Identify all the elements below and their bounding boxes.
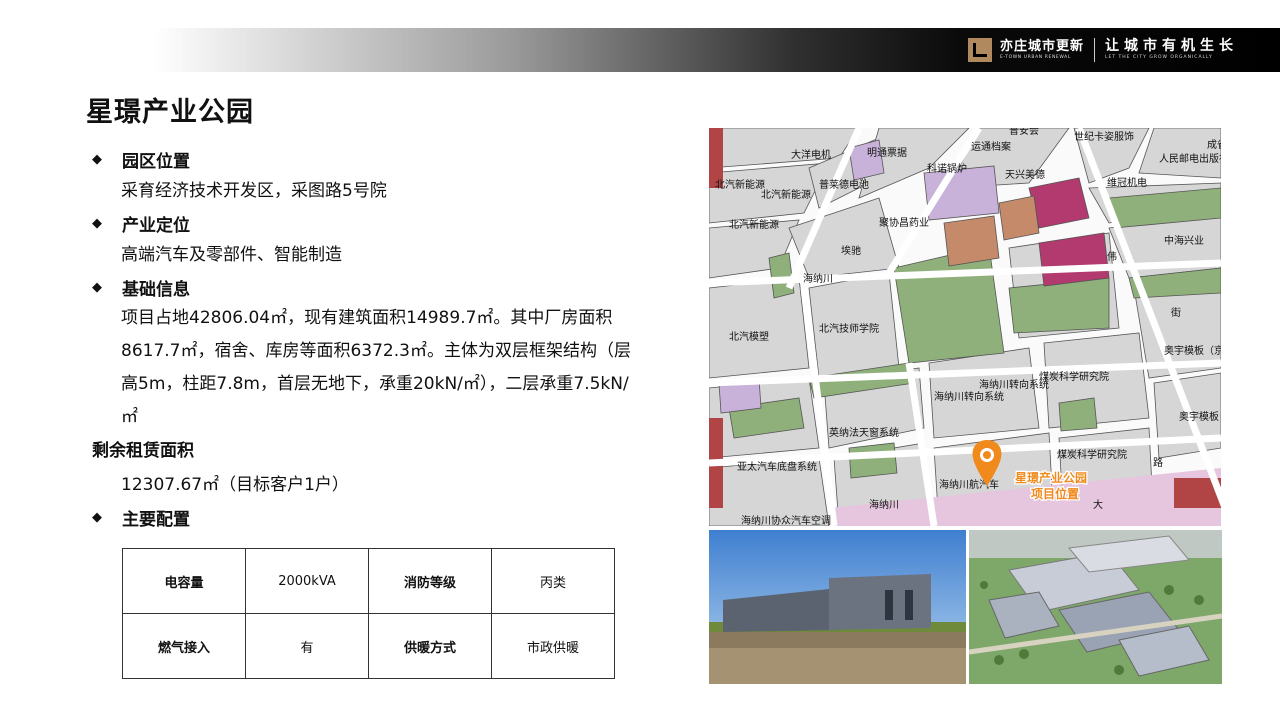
brand-name: 亦庄城市更新 bbox=[1000, 38, 1085, 54]
map-label: 海纳川转向系统 bbox=[934, 390, 1004, 403]
slogan: 让城市有机生长 bbox=[1105, 38, 1239, 55]
map-label: 北汽技师学院 bbox=[819, 322, 879, 335]
diamond-bullet-icon: ◆ bbox=[92, 215, 102, 231]
diamond-bullet-icon: ◆ bbox=[92, 151, 102, 167]
positioning-text: 高端汽车及零部件、智能制造 bbox=[121, 245, 342, 265]
map-label: 北汽新能源 bbox=[715, 178, 765, 191]
map-label: 北汽新能源 bbox=[761, 188, 811, 201]
map-label: 海纳川 bbox=[869, 498, 899, 511]
map-label: 大 bbox=[1093, 498, 1103, 511]
section-heading-basic: ◆ 基础信息 bbox=[92, 279, 190, 300]
map-tan-parcel bbox=[998, 195, 1040, 241]
map-label: 海纳川转向系统 bbox=[979, 378, 1049, 391]
aerial-rendering bbox=[969, 530, 1222, 684]
brand-logo-icon bbox=[968, 38, 992, 62]
table-row: 燃气接入 有 供暖方式 市政供暖 bbox=[122, 613, 615, 679]
map-label: 人民邮电出版社 bbox=[1159, 152, 1221, 165]
map-label: 煤炭科学研究院 bbox=[1057, 448, 1127, 461]
section-heading-positioning: ◆ 产业定位 bbox=[92, 215, 190, 236]
map-label: 中海兴业 bbox=[1164, 234, 1204, 247]
info-content: ◆ 园区位置 采育经济技术开发区，采图路5号院 ◆ 产业定位 高端汽车及零部件、… bbox=[92, 144, 652, 532]
page-title: 星璟产业公园 bbox=[86, 97, 254, 128]
map-label: 科诺锅炉 bbox=[927, 162, 967, 175]
map-label: 世纪卡姿服饰 bbox=[1074, 130, 1134, 143]
map-label: 英纳法天窗系统 bbox=[829, 426, 899, 439]
map-label: 普莱德电池 bbox=[819, 178, 869, 191]
map-label: 成省 bbox=[1207, 138, 1221, 151]
map-label: 亚太汽车底盘系统 bbox=[737, 460, 817, 473]
location-map: 普安会 世纪卡姿服饰 运通档案 大洋电机 明通票据 成省 人民邮电出版社 科诺锅… bbox=[709, 128, 1221, 526]
map-label: 街 bbox=[1171, 306, 1181, 319]
config-table: 电容量 2000kVA 消防等级 丙类 燃气接入 有 供暖方式 市政供暖 bbox=[122, 548, 615, 679]
map-label: 奥宇模板（京东库房） bbox=[1179, 410, 1221, 423]
map-label: 运通档案 bbox=[971, 140, 1011, 153]
map-label: 路 bbox=[1153, 456, 1163, 469]
table-cell: 丙类 bbox=[491, 548, 615, 614]
map-label: 埃驰 bbox=[841, 244, 861, 257]
building-photo bbox=[709, 530, 966, 684]
map-label: 天兴美德 bbox=[1005, 168, 1045, 181]
map-label: 伟 bbox=[1107, 250, 1117, 263]
slogan-en: LET THE CITY GROW ORGANICALLY bbox=[1105, 55, 1213, 61]
map-label: 海纳川协众汽车空调 bbox=[741, 514, 831, 526]
map-label: 普安会 bbox=[1009, 128, 1039, 137]
map-label: 煤炭科学研究院 bbox=[1039, 370, 1109, 383]
table-cell: 2000kVA bbox=[245, 548, 369, 614]
map-label: 聚协昌药业 bbox=[879, 216, 929, 229]
brand-block: 亦庄城市更新 E-TOWN URBAN RENEWAL 让城市有机生长 LET … bbox=[968, 36, 1238, 64]
diamond-bullet-icon: ◆ bbox=[92, 509, 102, 525]
table-cell: 市政供暖 bbox=[491, 613, 615, 679]
location-text: 采育经济技术开发区，采图路5号院 bbox=[121, 181, 387, 201]
section-heading-remaining: 剩余租赁面积 bbox=[92, 441, 194, 461]
map-marker-sublabel: 项目位置 bbox=[1031, 486, 1079, 501]
section-heading-config: ◆ 主要配置 bbox=[92, 509, 190, 530]
map-label: 北汽新能源 bbox=[729, 218, 779, 231]
map-label: 明通票据 bbox=[867, 146, 907, 159]
table-cell: 燃气接入 bbox=[122, 613, 246, 679]
map-svg: 普安会 世纪卡姿服饰 运通档案 大洋电机 明通票据 成省 人民邮电出版社 科诺锅… bbox=[709, 128, 1221, 526]
map-tan-parcel bbox=[943, 215, 1000, 267]
map-label: 维冠机电 bbox=[1107, 176, 1147, 189]
brand-name-en: E-TOWN URBAN RENEWAL bbox=[1000, 54, 1071, 60]
brand-divider bbox=[1094, 38, 1096, 62]
section-heading-location: ◆ 园区位置 bbox=[92, 151, 190, 172]
table-cell: 电容量 bbox=[122, 548, 246, 614]
table-cell: 有 bbox=[245, 613, 369, 679]
map-label: 大洋电机 bbox=[791, 148, 831, 161]
table-cell: 供暖方式 bbox=[368, 613, 492, 679]
remaining-area-text: 12307.67㎡（目标客户1户） bbox=[121, 475, 349, 495]
map-label: 海纳川 bbox=[803, 272, 833, 285]
map-red-strip bbox=[709, 128, 723, 188]
diamond-bullet-icon: ◆ bbox=[92, 279, 102, 295]
basic-info-text: 项目占地42806.04㎡，现有建筑面积14989.7㎡。其中厂房面积8617.… bbox=[121, 308, 631, 427]
table-cell: 消防等级 bbox=[368, 548, 492, 614]
map-marker-label: 星璟产业公园 bbox=[1015, 470, 1087, 485]
map-label: 北汽模塑 bbox=[729, 330, 769, 343]
table-row: 电容量 2000kVA 消防等级 丙类 bbox=[122, 548, 615, 614]
map-label: 奥宇模板（京东库房） bbox=[1164, 344, 1221, 357]
